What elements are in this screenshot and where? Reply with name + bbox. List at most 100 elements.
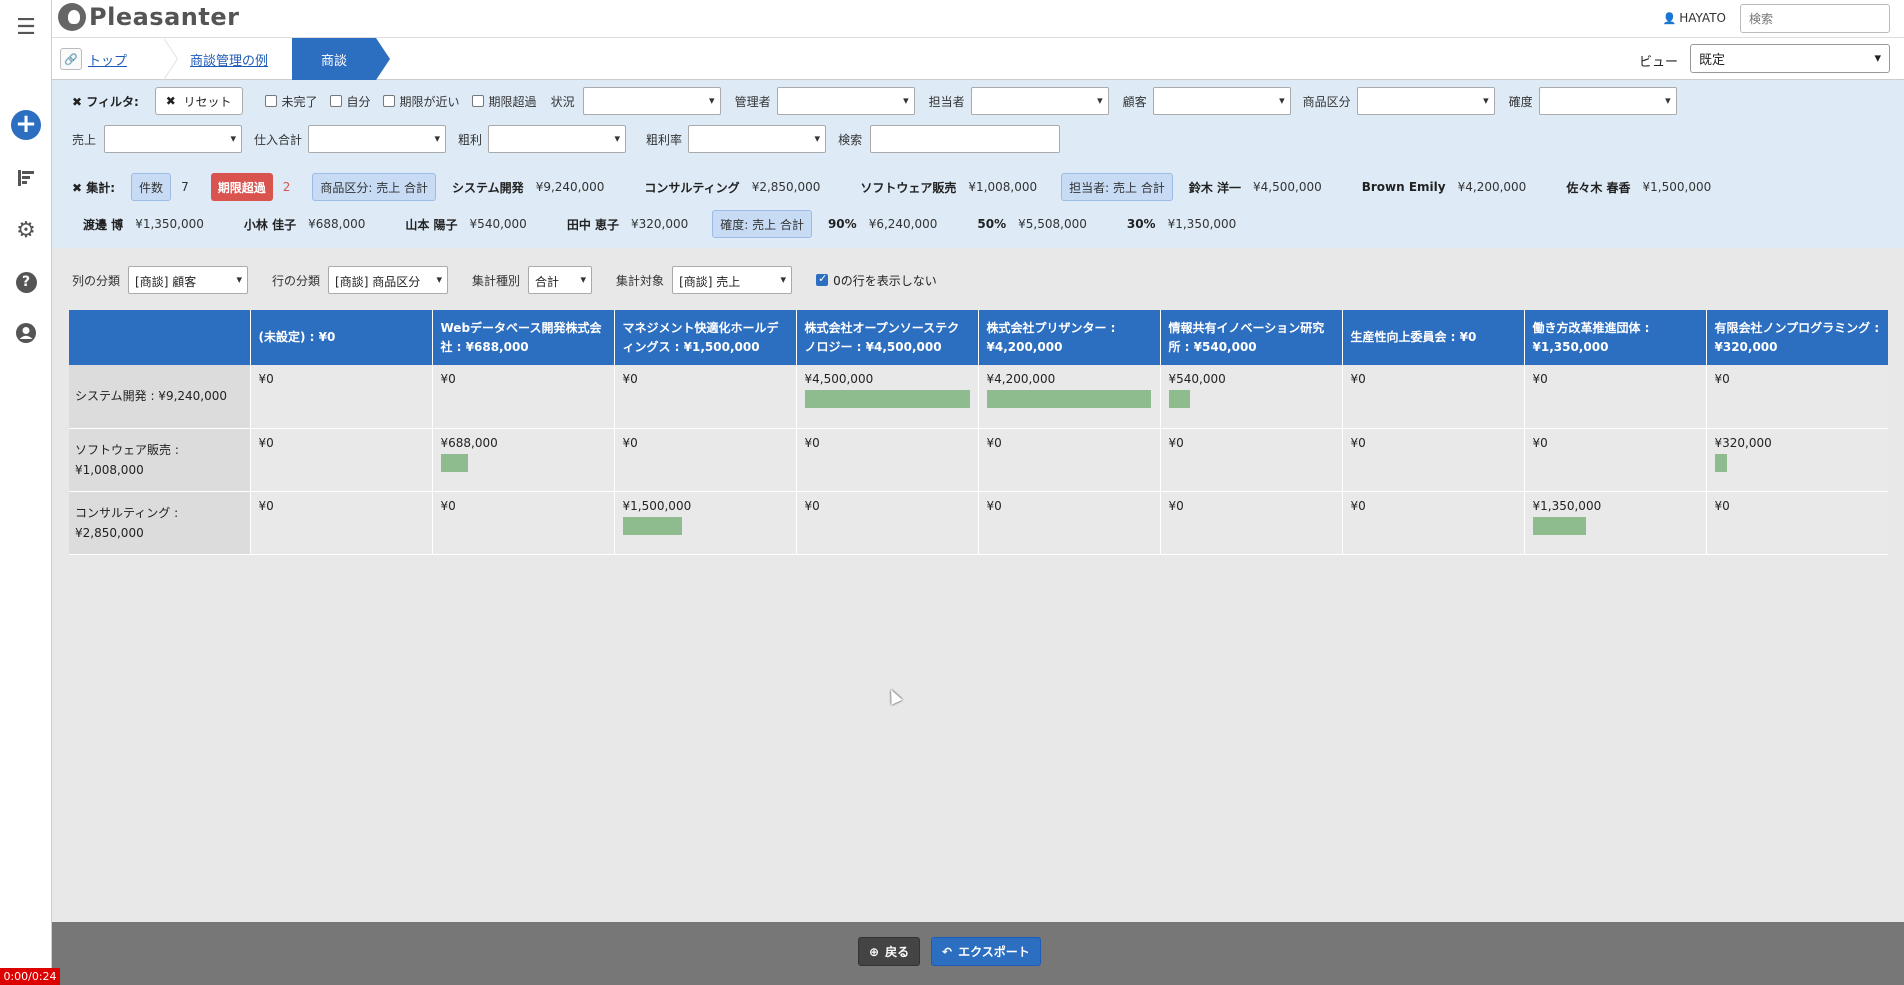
cell-value: ¥0: [1350, 372, 1366, 386]
help-icon[interactable]: ?: [11, 267, 41, 297]
value-bar: [622, 516, 682, 535]
column-header-8: 有限会社ノンプログラミング : ¥320,000: [1705, 310, 1888, 365]
table-cell[interactable]: ¥320,000: [1705, 428, 1888, 492]
value-bar: [986, 390, 1151, 408]
cell-value: ¥0: [986, 498, 1002, 513]
agg-item-name: 90%: [827, 217, 857, 231]
filter-probability-select[interactable]: [1538, 87, 1677, 115]
column-category-select[interactable]: [商談] 顧客: [128, 266, 249, 294]
aggregation-row-2: 渡邊 博 ¥1,350,000 小林 佳子 ¥688,000 山本 陽子 ¥54…: [83, 209, 1236, 239]
export-button[interactable]: ↶ エクスポート: [931, 937, 1041, 966]
filter-owner-select[interactable]: [970, 87, 1109, 115]
filter-profit-rate-select[interactable]: [688, 125, 827, 153]
user-menu[interactable]: 👤 HAYATO: [1663, 11, 1726, 25]
filter-panel: ✖ フィルタ: ✖ リセット 未完了 自分 期限が近い 期限超過 状況 管理者 …: [52, 80, 1904, 248]
add-new-icon[interactable]: +: [11, 110, 41, 140]
back-button[interactable]: ⊕ 戻る: [858, 937, 921, 966]
link-icon[interactable]: 🔗: [60, 48, 82, 70]
count-badge[interactable]: 件数: [131, 173, 172, 201]
cell-value: ¥0: [258, 498, 274, 513]
user-icon: 👤: [1662, 11, 1677, 25]
filter-title[interactable]: ✖ フィルタ:: [72, 93, 139, 110]
global-search-input[interactable]: [1740, 4, 1890, 33]
aggregation-type-select[interactable]: 合計: [528, 266, 593, 294]
table-cell[interactable]: ¥0: [1159, 491, 1342, 555]
table-cell[interactable]: ¥1,500,000: [613, 491, 796, 555]
filter-customer-select[interactable]: [1152, 87, 1291, 115]
table-cell[interactable]: ¥0: [249, 428, 432, 492]
aggregation-title[interactable]: ✖ 集計:: [72, 179, 115, 196]
gear-icon[interactable]: ⚙: [11, 215, 41, 245]
filter-mine-checkbox[interactable]: 自分: [329, 93, 371, 110]
cell-value: ¥0: [440, 372, 456, 386]
logo-text: Pleasanter: [89, 3, 240, 31]
overdue-badge[interactable]: 期限超過: [210, 173, 273, 201]
breadcrumb-mid-link[interactable]: 商談管理の例: [190, 50, 268, 69]
table-header-row: (未設定) : ¥0 Webデータベース開発株式会社 : ¥688,000 マネジメ…: [69, 310, 1888, 365]
hamburger-menu-icon[interactable]: ☰: [11, 12, 41, 42]
table-cell[interactable]: ¥540,000: [1159, 365, 1342, 429]
table-cell[interactable]: ¥0: [249, 365, 432, 429]
table-cell[interactable]: ¥0: [1705, 365, 1888, 429]
table-cell[interactable]: ¥0: [431, 491, 614, 555]
view-select[interactable]: 既定 ▾: [1690, 44, 1890, 73]
column-header-3: 株式会社オープンソーステクノロジー : ¥4,500,000: [795, 310, 978, 365]
filter-purchase-select[interactable]: [308, 125, 447, 153]
table-cell[interactable]: ¥0: [613, 365, 796, 429]
agg-item-value: ¥2,850,000: [751, 180, 821, 194]
recording-timer: 0:00/0:24: [0, 968, 60, 985]
table-cell[interactable]: ¥0: [249, 491, 432, 555]
table-cell[interactable]: ¥1,350,000: [1523, 491, 1706, 555]
filter-search-input[interactable]: [870, 125, 1061, 153]
filter-product-category-select[interactable]: [1356, 87, 1495, 115]
app-logo[interactable]: Pleasanter: [58, 3, 239, 31]
cell-value: ¥1,350,000: [1532, 498, 1602, 513]
filter-due-soon-checkbox[interactable]: 期限が近い: [382, 93, 460, 110]
table-cell[interactable]: ¥0: [1705, 491, 1888, 555]
agg-item-name: 小林 佳子: [243, 217, 297, 232]
filter-status-select[interactable]: [582, 87, 721, 115]
breadcrumb-top[interactable]: トップ: [88, 38, 127, 80]
filter-manager-select[interactable]: [776, 87, 915, 115]
table-cell[interactable]: ¥4,200,000: [977, 365, 1160, 429]
cell-value: ¥0: [1714, 372, 1730, 386]
row-header-cell: システム開発 : ¥9,240,000: [69, 365, 250, 429]
table-cell[interactable]: ¥0: [1523, 365, 1706, 429]
agg-item-name: コンサルティング: [644, 180, 740, 195]
row-category-select[interactable]: [商談] 商品区分: [328, 266, 449, 294]
table-cell[interactable]: ¥0: [431, 365, 614, 429]
table-cell[interactable]: ¥0: [977, 491, 1160, 555]
list-view-icon[interactable]: [11, 163, 41, 193]
view-select-value: 既定: [1699, 53, 1726, 68]
table-cell[interactable]: ¥0: [1341, 428, 1524, 492]
table-cell[interactable]: ¥0: [795, 428, 978, 492]
breadcrumb-top-link[interactable]: トップ: [88, 50, 127, 69]
agg-item-value: ¥1,350,000: [1167, 217, 1237, 231]
table-cell[interactable]: ¥4,500,000: [795, 365, 978, 429]
table-cell[interactable]: ¥0: [1341, 491, 1524, 555]
reset-button[interactable]: ✖ リセット: [154, 87, 243, 115]
filter-incomplete-checkbox[interactable]: 未完了: [264, 93, 318, 110]
agg-item-name: 渡邊 博: [83, 217, 124, 232]
column-header-2: マネジメント快適化ホールディングス : ¥1,500,000: [613, 310, 796, 365]
table-cell[interactable]: ¥0: [977, 428, 1160, 492]
breadcrumb-mid[interactable]: 商談管理の例: [190, 38, 268, 80]
group-owner-badge[interactable]: 担当者: 売上 合計: [1061, 173, 1173, 201]
hide-zero-rows-checkbox[interactable]: 0の行を表示しない: [816, 272, 937, 289]
filter-sales-select[interactable]: [104, 125, 243, 153]
table-cell[interactable]: ¥0: [1341, 365, 1524, 429]
table-cell[interactable]: ¥0: [1159, 428, 1342, 492]
table-cell[interactable]: ¥688,000: [431, 428, 614, 492]
filter-overdue-checkbox[interactable]: 期限超過: [471, 93, 537, 110]
user-account-icon[interactable]: [11, 318, 41, 348]
aggregation-target-select[interactable]: [商談] 売上: [672, 266, 793, 294]
filter-gross-profit-select[interactable]: [488, 125, 627, 153]
user-name: HAYATO: [1679, 11, 1726, 25]
group-product-badge[interactable]: 商品区分: 売上 合計: [312, 173, 437, 201]
column-header-4: 株式会社プリザンター : ¥4,200,000: [977, 310, 1160, 365]
table-cell[interactable]: ¥0: [1523, 428, 1706, 492]
group-probability-badge[interactable]: 確度: 売上 合計: [712, 210, 812, 238]
table-cell[interactable]: ¥0: [613, 428, 796, 492]
table-cell[interactable]: ¥0: [795, 491, 978, 555]
filter-owner-label: 担当者: [928, 94, 965, 109]
